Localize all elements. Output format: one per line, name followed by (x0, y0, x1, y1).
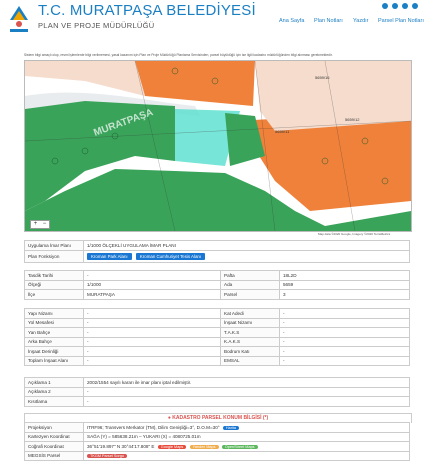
cartesian-label: Kartezyen Koordinat (24, 431, 84, 442)
cadastre-title-text: KADASTRO PARSEL KONUM BİLGİSİ (*) (172, 415, 269, 421)
facebook-icon[interactable] (402, 3, 408, 9)
zoom-in-button[interactable]: + (34, 221, 38, 228)
parcel-value: 3 (279, 289, 410, 300)
instagram-icon[interactable] (382, 3, 388, 9)
map-button[interactable]: Harita (222, 425, 240, 430)
note-label: Açıklama 2 (24, 386, 84, 397)
building-label: Kat Adedi (220, 308, 280, 319)
nav-print[interactable]: Yazdır (353, 18, 369, 24)
notes-table: Açıklama 1 2002/1554 sayılı kararı ile i… (24, 377, 410, 407)
note-value: - (83, 386, 410, 397)
building-value: - (83, 336, 221, 347)
building-label: EMSAL (220, 355, 280, 366)
note-label: Kısıtlama (24, 396, 84, 407)
yandex-maps-button[interactable]: Yandex Maps (189, 444, 219, 449)
parcel-label: 5659/12 (345, 117, 360, 122)
twitter-icon[interactable] (392, 3, 398, 9)
openstreet-maps-button[interactable]: OpenStreet Maps (221, 444, 258, 449)
megsis-label: MEGSİS Parsel (24, 450, 84, 461)
building-label: Toplam İnşaat Alanı (24, 355, 84, 366)
social-links (382, 3, 418, 9)
building-table: Yapı Nizamı - Kat Adedi - Yol Mesafesi -… (24, 308, 410, 366)
building-label: Yan Bahçe (24, 327, 84, 338)
district-value: MURATPAŞA (83, 289, 221, 300)
building-label: Yapı Nizamı (24, 308, 84, 319)
building-value: - (83, 327, 221, 338)
parcel-label: 5659/11 (275, 129, 290, 134)
park-area-button[interactable]: Kroman Park Alanı (87, 252, 132, 260)
map-zoom-controls: + − (30, 220, 50, 229)
building-value: - (83, 346, 221, 357)
building-value: - (279, 336, 410, 347)
plan-value: 1/1000 ÖLÇEKLİ UYGULAMA İMAR PLANI (83, 240, 410, 251)
plan-label: Uygulama İmar Planı (24, 240, 84, 251)
building-label: T.A.K.S (220, 327, 280, 338)
note-value: 2002/1554 sayılı kararı ile imar planı i… (83, 377, 410, 388)
building-label: Bodrum Katı (220, 346, 280, 357)
building-value: - (279, 346, 410, 357)
building-value: - (279, 327, 410, 338)
note-value: - (83, 396, 410, 407)
note-label: Açıklama 1 (24, 377, 84, 388)
info-table: Tasdik Tarihi - Pafta 18L2D Ölçeği 1/100… (24, 270, 410, 300)
site-subtitle: PLAN VE PROJE MÜDÜRLÜĞÜ (38, 21, 155, 30)
geographic-value: 36°51'19.897" N 30°44'17.808" E (87, 443, 155, 449)
location-pin-icon: ● (167, 415, 171, 421)
building-value: - (83, 308, 221, 319)
plan-table: Uygulama İmar Planı 1/1000 ÖLÇEKLİ UYGUL… (24, 240, 410, 263)
building-value: - (279, 317, 410, 328)
district-label: İlçe (24, 289, 84, 300)
building-value: - (83, 317, 221, 328)
youtube-icon[interactable] (412, 3, 418, 9)
building-label: K.A.K.S (220, 336, 280, 347)
scale-value: 1/1000 (83, 279, 221, 290)
sheet-value: 18L2D (279, 270, 410, 281)
map-credit: Map data ©2020 Google, Imagery ©2020 Ter… (318, 232, 391, 236)
building-label: İnşaat Nizamı (220, 317, 280, 328)
tkgm-parcel-query-button[interactable]: TKGM Parsel Sorgu (87, 454, 127, 459)
site-header: T.C. MURATPAŞA BELEDİYESİ PLAN VE PROJE … (0, 0, 426, 42)
plan-map[interactable]: MURATPAŞA 5659/16 5659/12 5659/11 (24, 60, 412, 232)
building-value: - (279, 355, 410, 366)
building-label: Arka Bahçe (24, 336, 84, 347)
cartesian-value: SAĞA (Y) = 585638.21m – YUKARI (X) = 408… (83, 431, 410, 442)
nav-plan-notes[interactable]: Plan Notları (314, 18, 343, 24)
republic-facility-button[interactable]: Kroman Cumhuriyet Tesis Alanı (135, 252, 206, 260)
nav-home[interactable]: Ana Sayfa (279, 18, 304, 24)
plan-function-label: Plan Fonksiyon (24, 249, 84, 263)
municipality-logo[interactable] (8, 4, 30, 34)
google-maps-button[interactable]: Google Maps (157, 444, 187, 449)
building-label: İnşaat Derinliği (24, 346, 84, 357)
disclaimer-text: Sistem bilgi amaçlı olup, resmi işlemler… (24, 53, 333, 57)
approval-date-label: Tasdik Tarihi (24, 270, 84, 281)
nav-parcel-plan-notes[interactable]: Parsel Plan Notları (378, 18, 424, 24)
sheet-label: Pafta (220, 270, 280, 281)
block-label: Ada (220, 279, 280, 290)
cadastre-table: Projeksiyon ITRF96; Transvers Merkator (… (24, 422, 410, 461)
approval-date-value: - (83, 270, 221, 281)
parcel-label: 5659/16 (315, 75, 330, 80)
zoom-out-button[interactable]: − (43, 221, 47, 228)
parcel-label: Parsel (220, 289, 280, 300)
building-value: - (279, 308, 410, 319)
building-label: Yol Mesafesi (24, 317, 84, 328)
projection-label: Projeksiyon (24, 422, 84, 433)
block-value: 5659 (279, 279, 410, 290)
projection-value: ITRF96; Transvers Merkator (TM), Dilim G… (87, 424, 220, 430)
site-title[interactable]: T.C. MURATPAŞA BELEDİYESİ (38, 2, 256, 19)
scale-label: Ölçeği (24, 279, 84, 290)
geographic-label: Coğrafi Koordinat (24, 441, 84, 452)
building-value: - (83, 355, 221, 366)
